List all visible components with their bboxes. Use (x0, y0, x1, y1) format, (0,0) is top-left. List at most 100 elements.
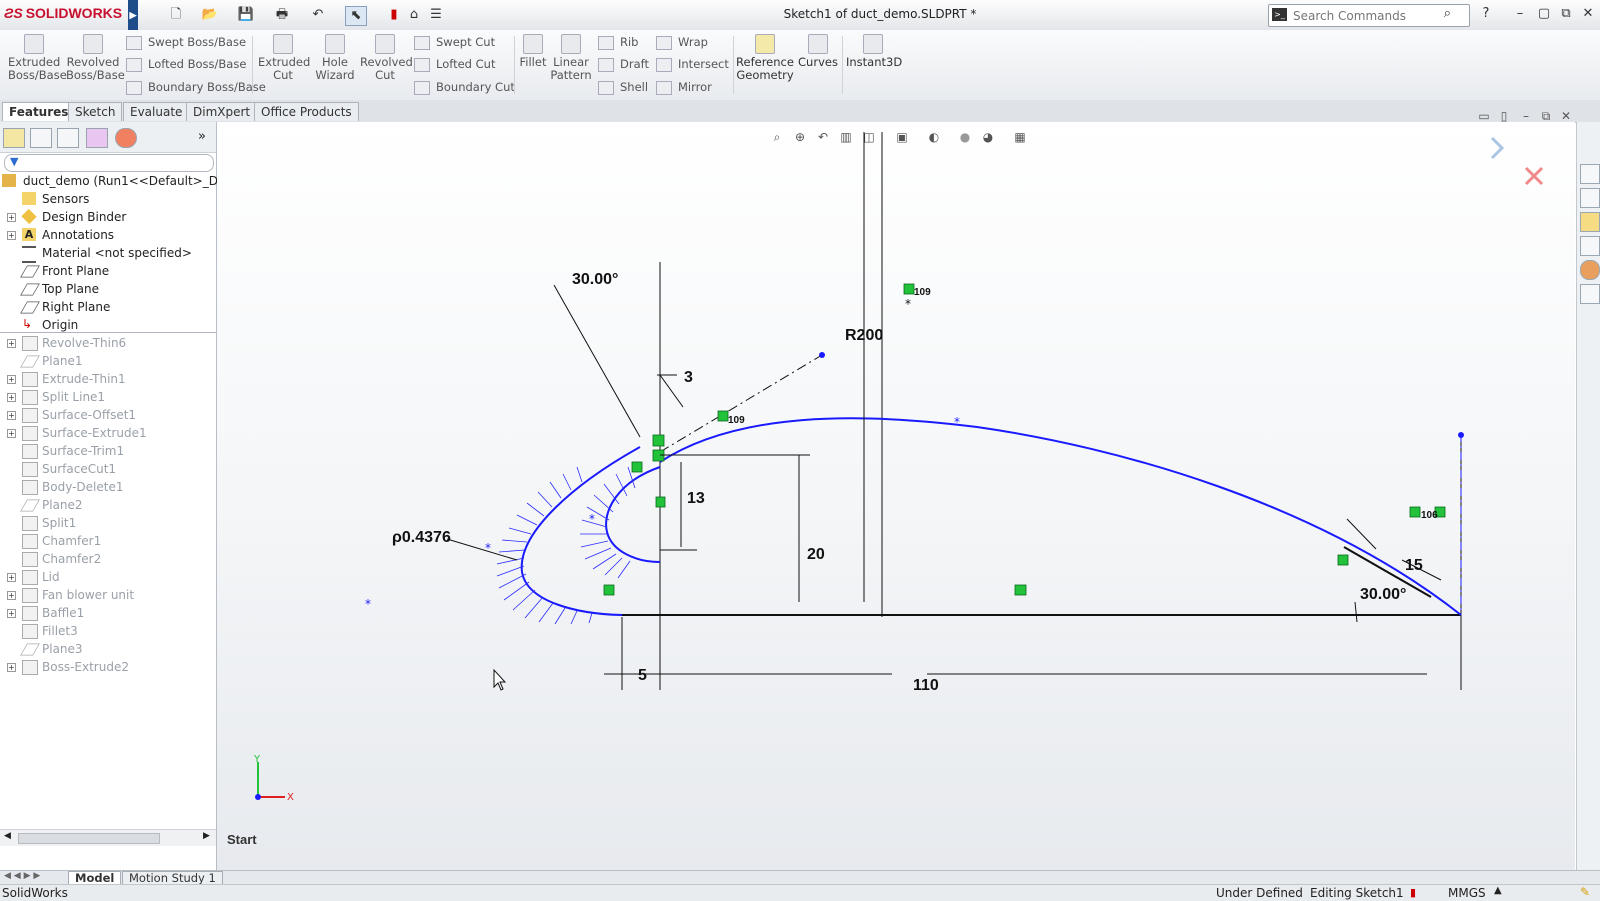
rebuild-icon[interactable]: ▮ (384, 6, 404, 24)
close-icon[interactable]: ✕ (1578, 5, 1598, 23)
custom-properties-icon[interactable] (1580, 284, 1600, 304)
dimension-110[interactable]: 110 (913, 677, 939, 694)
expand-icon[interactable]: + (7, 663, 16, 672)
restore-icon[interactable]: ▢ (1534, 5, 1554, 23)
lofted-boss-button[interactable]: Lofted Boss/Base (126, 55, 246, 73)
extruded-boss-button[interactable]: Extruded Boss/Base (8, 34, 67, 82)
design-library-icon[interactable] (1580, 188, 1600, 208)
cancel-sketch-icon[interactable] (1524, 166, 1544, 186)
print-icon[interactable]: 🖶 (272, 6, 292, 24)
file-explorer-icon[interactable] (1580, 212, 1600, 232)
swept-boss-button[interactable]: Swept Boss/Base (126, 33, 246, 51)
expand-icon[interactable]: + (7, 591, 16, 600)
appearances-icon[interactable] (1580, 260, 1600, 280)
boundary-boss-button[interactable]: Boundary Boss/Base (126, 78, 266, 96)
save-icon[interactable]: 💾 (236, 6, 256, 24)
scrollbar-thumb[interactable] (18, 833, 160, 844)
intersect-button[interactable]: Intersect (656, 55, 729, 73)
instant3d-button[interactable]: Instant3D (846, 34, 902, 69)
home-icon[interactable] (1580, 164, 1600, 184)
extruded-cut-button[interactable]: Extruded Cut (258, 34, 310, 82)
dimension-angle-top[interactable]: 30.00° (572, 271, 618, 288)
boundary-cut-button[interactable]: Boundary Cut (414, 78, 515, 96)
file-properties-icon[interactable]: ⌂ (404, 6, 424, 24)
expand-icon[interactable]: + (7, 573, 16, 582)
tree-horizontal-scrollbar[interactable]: ◀ ▶ (0, 829, 216, 846)
expand-icon[interactable]: + (7, 231, 16, 240)
expand-icon[interactable]: + (7, 609, 16, 618)
swept-cut-button[interactable]: Swept Cut (414, 33, 495, 51)
dimension-radius[interactable]: R200 (845, 327, 883, 344)
options-icon[interactable]: ☰ (426, 6, 446, 24)
wrap-button[interactable]: Wrap (656, 33, 708, 51)
shell-button[interactable]: Shell (598, 78, 648, 96)
menu-flyout-icon[interactable]: ▶ (128, 0, 138, 30)
expand-icon[interactable]: + (7, 213, 16, 222)
dimension-15[interactable]: 15 (1405, 557, 1423, 574)
tab-office-products[interactable]: Office Products (254, 102, 359, 121)
unit-dropdown-icon[interactable]: ▲ (1494, 885, 1502, 896)
expand-icon[interactable]: + (7, 393, 16, 402)
dimension-5[interactable]: 5 (638, 667, 647, 684)
dimension-13[interactable]: 13 (687, 490, 705, 507)
tab-scroll-icon[interactable]: ◀ ◀ ▶ ▶ (4, 871, 40, 881)
view-palette-icon[interactable] (1580, 236, 1600, 256)
graphics-area[interactable]: ⌕ ⊕ ↶ ▥ ◫ ▣ ◐ ● ◕ ▦ ▭ ▯ – ⧉ ✕ * * * * * … (217, 109, 1575, 870)
expand-icon[interactable]: + (7, 375, 16, 384)
unit-system[interactable]: MMGS (1448, 886, 1486, 900)
rebuild-status-icon[interactable]: ▮ (1410, 886, 1416, 899)
rib-button[interactable]: Rib (598, 33, 639, 51)
scroll-left-icon[interactable]: ◀ (4, 831, 11, 841)
exit-sketch-icon[interactable] (1490, 136, 1505, 160)
hole-wizard-button[interactable]: Hole Wizard (312, 34, 358, 82)
open-folder-icon[interactable]: 📂 (200, 6, 220, 24)
tab-dimxpert[interactable]: DimXpert (186, 102, 258, 121)
tab-features[interactable]: Features (2, 102, 76, 121)
fillet-button[interactable]: Fillet (518, 34, 548, 69)
tab-sketch[interactable]: Sketch (68, 102, 123, 121)
lofted-cut-button[interactable]: Lofted Cut (414, 55, 495, 73)
display-manager-icon[interactable] (115, 128, 137, 148)
outer-spline[interactable] (520, 446, 641, 616)
upper-spline[interactable] (659, 417, 1462, 616)
sketch-canvas[interactable]: * * * * * 30.00° 3 R200 109 109 106 13 20 ρ… (217, 122, 1575, 870)
search-icon[interactable]: ⌕ (1444, 6, 1451, 21)
dimension-curvature[interactable]: ρ0.4376 (392, 529, 451, 546)
revolved-boss-button[interactable]: Revolved Boss/Base (66, 34, 125, 82)
sketch-point[interactable] (1458, 432, 1464, 438)
property-manager-icon[interactable] (30, 128, 52, 148)
tab-evaluate[interactable]: Evaluate (123, 102, 190, 121)
sketch-point[interactable] (819, 352, 825, 358)
notification-icon[interactable]: ✎ (1580, 885, 1590, 899)
scroll-right-icon[interactable]: ▶ (203, 831, 210, 841)
revolved-cut-button[interactable]: Revolved Cut (360, 34, 413, 82)
curves-button[interactable]: Curves (798, 34, 838, 69)
undo-icon[interactable]: ↶ (308, 6, 328, 24)
dimension-angle-right[interactable]: 30.00° (1360, 586, 1406, 603)
reference-geometry-button[interactable]: Reference Geometry (736, 34, 794, 82)
expand-icon[interactable]: + (7, 411, 16, 420)
mirror-button[interactable]: Mirror (656, 78, 712, 96)
new-document-icon[interactable]: 🗋 (166, 6, 186, 24)
confirmation-corner[interactable] (1490, 136, 1544, 186)
solidworks-logo[interactable]: ƧS SOLIDWORKS ▶ (4, 0, 138, 30)
expand-icon[interactable]: + (7, 339, 16, 348)
maximize-icon[interactable]: ⧉ (1556, 5, 1576, 23)
dimension-20[interactable]: 20 (807, 546, 825, 563)
rollback-bar[interactable] (0, 332, 216, 333)
chevron-right-icon[interactable]: » (198, 129, 206, 144)
dimension-3[interactable]: 3 (684, 369, 693, 386)
draft-button[interactable]: Draft (598, 55, 649, 73)
dimxpert-manager-icon[interactable] (86, 128, 108, 148)
tree-filter-field[interactable]: ▼ (4, 154, 214, 172)
search-commands[interactable]: >_ ⌕ (1268, 4, 1470, 27)
expand-icon[interactable]: + (7, 429, 16, 438)
status-app-name: SolidWorks (2, 886, 68, 900)
linear-pattern-button[interactable]: Linear Pattern (550, 34, 592, 82)
configuration-manager-icon[interactable] (57, 128, 79, 148)
select-arrow-icon[interactable]: ⬉ (345, 6, 367, 26)
help-icon[interactable]: ? (1476, 5, 1496, 23)
minimize-icon[interactable]: – (1510, 5, 1530, 23)
feature-manager-tree-icon[interactable] (3, 128, 25, 148)
search-input[interactable] (1291, 7, 1445, 24)
